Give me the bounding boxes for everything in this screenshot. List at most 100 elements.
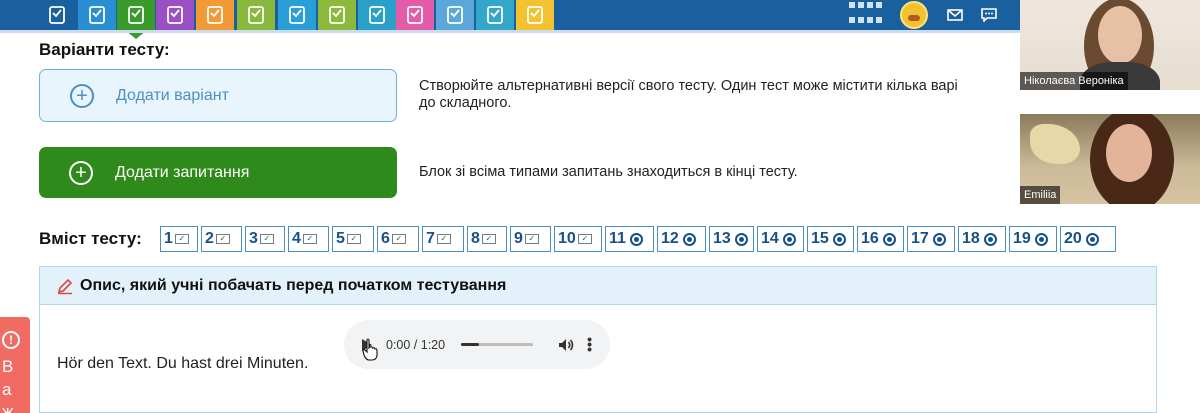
question-number: 11 — [609, 230, 626, 247]
chat-icon[interactable] — [978, 4, 1000, 26]
radio-type-icon — [682, 232, 696, 246]
question-nav-button[interactable]: 8 ✓ — [467, 226, 507, 252]
radio-type-icon — [882, 232, 896, 246]
user-avatar[interactable] — [900, 1, 928, 29]
side-alert-letter-3: ж — [2, 402, 14, 413]
checkbox-type-icon: ✓ — [302, 234, 317, 244]
plus-circle-icon: + — [69, 160, 93, 185]
side-alert-tab[interactable]: ! B a ж — [0, 317, 30, 413]
question-number: 3 — [249, 230, 258, 247]
question-nav-button[interactable]: 2 ✓ — [201, 226, 242, 252]
question-nav-button[interactable]: 9 ✓ — [510, 226, 551, 252]
radio-type-icon — [782, 232, 796, 246]
add-variant-description-line2: до складного. — [419, 95, 512, 111]
question-number: 10 — [558, 230, 576, 247]
audio-player[interactable]: 0:00 / 1:20 • • • — [344, 320, 610, 369]
participant-face — [1098, 6, 1142, 64]
checkbox-type-icon: ✓ — [391, 234, 406, 244]
qr-code-icon[interactable] — [318, 0, 356, 30]
audio-progress-bar[interactable] — [461, 343, 534, 346]
add-variant-button[interactable]: + Додати варіант — [39, 69, 397, 122]
question-nav-button[interactable]: 13 — [709, 226, 754, 252]
plus-circle-icon: + — [70, 83, 94, 108]
briefcase-icon[interactable] — [476, 0, 514, 30]
side-alert-letter-2: a — [2, 380, 12, 399]
participant-face — [1106, 124, 1152, 182]
description-panel-header: Опис, який учні побачать перед початком … — [40, 267, 1156, 305]
graduation-cap-icon[interactable] — [516, 0, 554, 30]
checkbox-type-icon: ✓ — [577, 234, 592, 244]
question-nav-button[interactable]: 4 ✓ — [288, 226, 329, 252]
add-question-button[interactable]: + Додати запитання — [39, 147, 397, 198]
exclamation-icon: ! — [2, 331, 20, 349]
side-alert-letter-1: B — [2, 357, 14, 376]
radio-type-icon — [983, 232, 997, 246]
video-tile[interactable]: Ніколаєва Вероніка — [1020, 0, 1200, 90]
radio-type-icon — [832, 232, 846, 246]
pencil-icon[interactable] — [56, 277, 74, 295]
question-number: 7 — [426, 230, 435, 247]
checkbox-type-icon: ✓ — [215, 234, 230, 244]
snowflake-logo-icon[interactable] — [38, 0, 76, 30]
question-number: 15 — [811, 230, 829, 247]
test-checkbox-icon[interactable] — [117, 0, 155, 39]
puzzle-tools-icon[interactable] — [156, 0, 194, 30]
question-nav-button[interactable]: 3 ✓ — [245, 226, 285, 252]
radio-type-icon — [629, 232, 643, 246]
video-tile[interactable]: Emiliia — [1020, 114, 1200, 204]
add-question-label: Додати запитання — [115, 163, 250, 181]
question-nav-button[interactable]: 16 — [857, 226, 904, 252]
question-nav-button[interactable]: 6 ✓ — [377, 226, 419, 252]
description-panel-title: Опис, який учні побачать перед початком … — [80, 276, 507, 294]
volume-icon[interactable] — [557, 336, 575, 354]
checkbox-type-icon: ✓ — [346, 234, 361, 244]
cursor-icon[interactable] — [278, 0, 316, 30]
more-options-icon[interactable]: • • • — [587, 332, 592, 356]
magic-wand-icon[interactable] — [396, 0, 434, 30]
question-number: 5 — [336, 230, 345, 247]
question-nav-button[interactable]: 20 — [1060, 226, 1116, 252]
question-number: 20 — [1064, 230, 1082, 247]
search-document-icon[interactable] — [78, 0, 116, 30]
mouse-icon[interactable] — [436, 0, 474, 30]
participant-name: Ніколаєва Вероніка — [1020, 72, 1128, 90]
checkbox-type-icon: ✓ — [436, 234, 451, 244]
checkbox-type-icon: ✓ — [259, 234, 274, 244]
checkbox-type-icon: ✓ — [481, 234, 496, 244]
butterfly-decoration — [1030, 124, 1080, 164]
question-number: 6 — [381, 230, 390, 247]
question-nav-button[interactable]: 5 ✓ — [332, 226, 374, 252]
mail-icon[interactable] — [944, 4, 966, 26]
question-number: 2 — [205, 230, 214, 247]
question-nav-button[interactable]: 17 — [907, 226, 955, 252]
checkbox-type-icon: ✓ — [174, 234, 189, 244]
tablet-icon[interactable] — [358, 0, 396, 30]
question-nav-button[interactable]: 10 ✓ — [554, 226, 602, 252]
radio-type-icon — [1034, 232, 1048, 246]
apps-grid-icon[interactable] — [846, 0, 882, 30]
question-nav-button[interactable]: 1 ✓ — [160, 226, 198, 252]
question-nav-button[interactable]: 19 — [1009, 226, 1057, 252]
question-nav-button[interactable]: 15 — [807, 226, 854, 252]
question-nav-button[interactable]: 11 — [605, 226, 654, 252]
description-text: Hör den Text. Du hast drei Minuten. — [57, 355, 309, 372]
variants-title: Варіанти тесту: — [39, 40, 170, 59]
audio-time: 0:00 / 1:20 — [386, 337, 446, 352]
add-question-description: Блок зі всіма типами запитань знаходитьс… — [419, 164, 798, 180]
test-contents-title: Вміст тесту: — [39, 229, 142, 248]
question-nav-button[interactable]: 18 — [958, 226, 1006, 252]
add-variant-label: Додати варіант — [116, 86, 229, 104]
image-search-icon[interactable] — [196, 0, 234, 30]
pencil-icon[interactable] — [237, 0, 275, 30]
question-number: 16 — [861, 230, 879, 247]
question-nav-button[interactable]: 14 — [757, 226, 804, 252]
video-gap — [1020, 90, 1200, 114]
checkbox-type-icon: ✓ — [524, 234, 539, 244]
question-nav-button[interactable]: 12 — [657, 226, 706, 252]
question-number: 4 — [292, 230, 301, 247]
radio-type-icon — [734, 232, 748, 246]
question-number: 14 — [761, 230, 779, 247]
add-variant-description: Створюйте альтернативні версії свого тес… — [419, 78, 1019, 112]
question-nav-button[interactable]: 7 ✓ — [422, 226, 464, 252]
question-number: 13 — [713, 230, 731, 247]
